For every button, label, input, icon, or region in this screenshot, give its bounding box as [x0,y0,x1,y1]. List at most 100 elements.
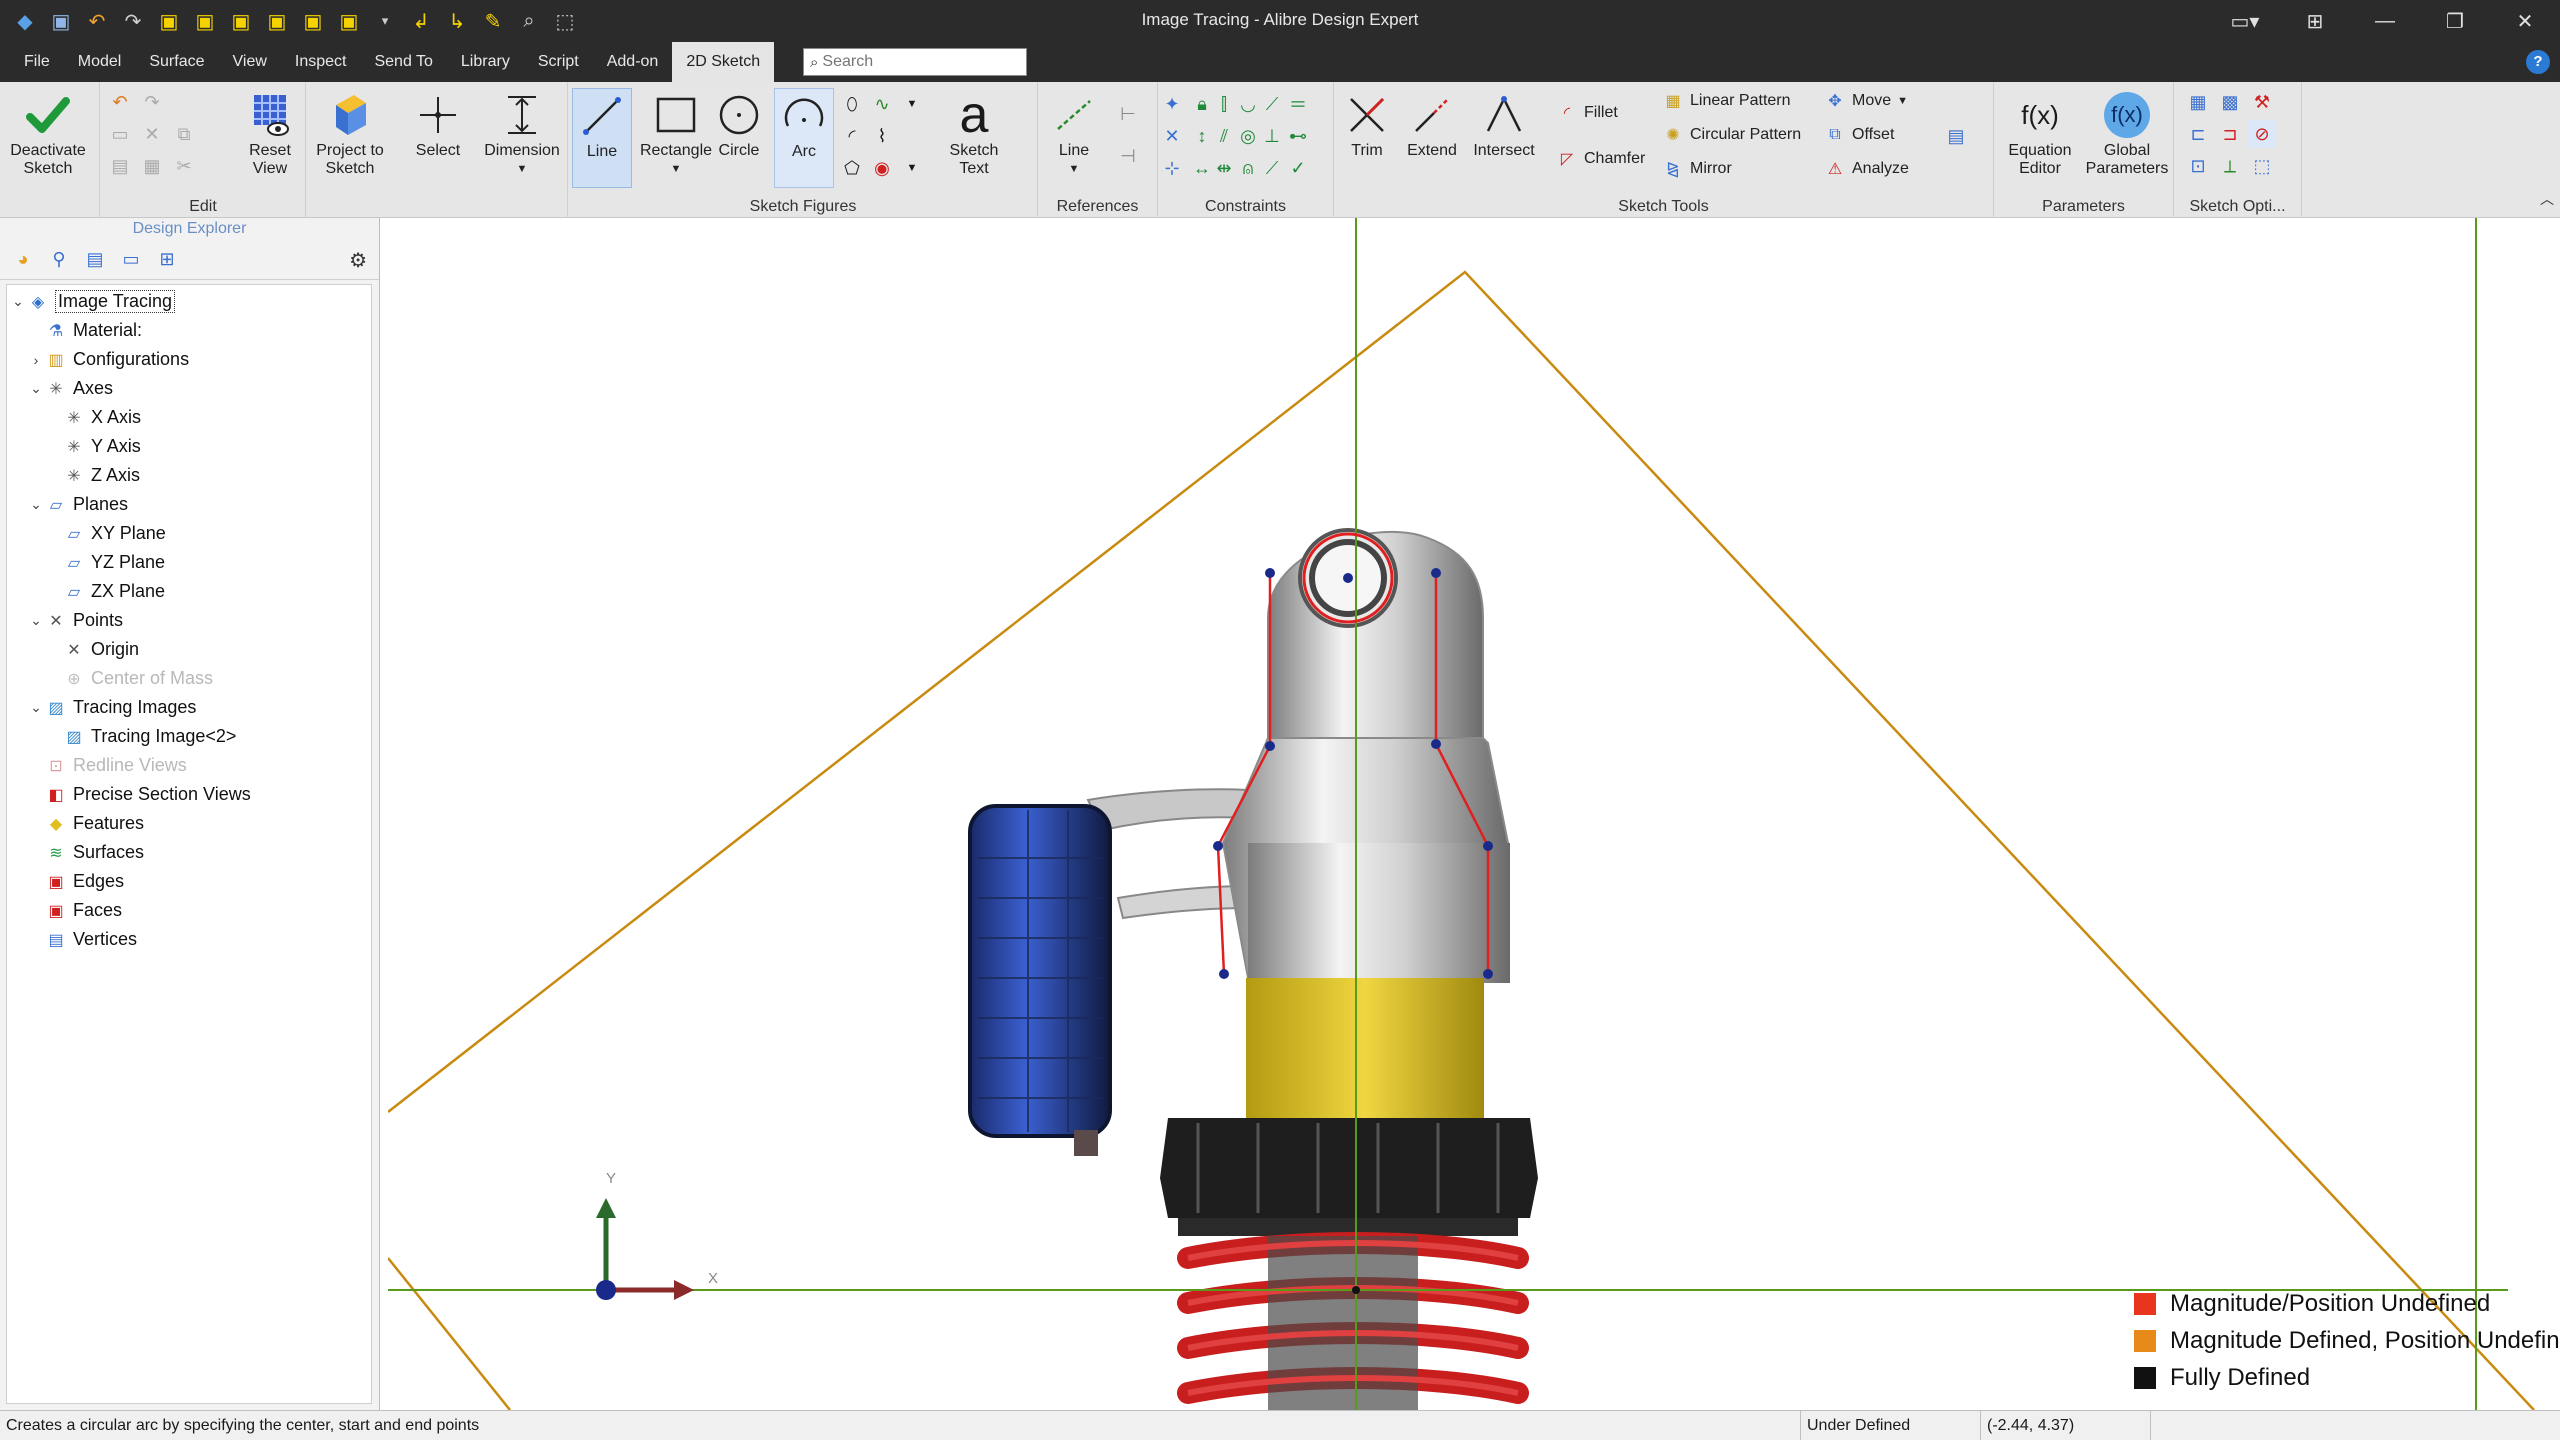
intersect-button[interactable]: Intersect [1464,88,1544,188]
properties-icon[interactable]: ▤ [82,247,108,273]
tree-item-material[interactable]: ⚗ Material: [27,316,142,345]
section-icon[interactable]: ⊡ [2184,152,2212,180]
midpoint-icon[interactable]: ⊹ [1158,154,1186,182]
perpendicular-icon[interactable]: ⊥ [1258,122,1286,150]
grid-icon[interactable]: ▦ [2184,88,2212,116]
collapse-icon[interactable]: ⌄ [27,699,45,716]
tree-item-faces[interactable]: ▣ Faces [27,896,122,925]
layout-icon[interactable]: ⊞ [2280,0,2350,42]
tree-item-yz-plane[interactable]: ▱ YZ Plane [45,548,165,577]
tab-send-to[interactable]: Send To [360,42,446,82]
tab-surface[interactable]: Surface [135,42,218,82]
tab-2d-sketch[interactable]: 2D Sketch [672,42,775,82]
collapse-icon[interactable]: ⌄ [9,293,27,310]
move-button[interactable]: ✥ Move ▼ [1824,86,1908,116]
project-to-sketch-button[interactable]: Project to Sketch [310,88,390,188]
tab-view[interactable]: View [219,42,281,82]
select-button[interactable]: Select [398,88,478,188]
equation-editor-button[interactable]: f(x) Equation Editor [1998,88,2082,188]
linear-pattern-button[interactable]: ▦ Linear Pattern [1662,86,1790,116]
collinear-icon[interactable]: ⟋ [1258,90,1286,118]
display-options-icon[interactable]: ▭▾ [2210,0,2280,42]
reference-dimension-vertical-icon[interactable]: ⊣ [1114,142,1142,170]
elliptical-arc-icon[interactable]: ◜ [838,122,866,150]
sketch-grid-icon[interactable]: ▤ [1942,122,1970,150]
tree-item-vertices[interactable]: ▤ Vertices [27,925,137,954]
tab-model[interactable]: Model [64,42,136,82]
reference-dimension-icon[interactable]: ⊢ [1114,100,1142,128]
reset-view-button[interactable]: Reset View [230,88,310,188]
tree-item-configurations[interactable]: › ▥ Configurations [27,345,189,374]
tree-item-tracing-images[interactable]: ⌄ ▨ Tracing Images [27,693,196,722]
tree-item-z-axis[interactable]: ✳ Z Axis [45,461,140,490]
bezier-icon[interactable]: ⌇ [868,122,896,150]
tracing-image[interactable] [968,528,1538,1410]
collapse-icon[interactable]: ⌄ [27,380,45,397]
tree-item-features[interactable]: ◆ Features [27,809,144,838]
line-button[interactable]: Line [572,88,632,188]
help-icon[interactable]: ? [2526,50,2550,74]
rectangle-button[interactable]: Rectangle ▼ [636,88,716,188]
paste-special-icon[interactable]: ▦ [138,152,166,180]
scissors-icon[interactable]: ✂ [170,152,198,180]
filter-icon[interactable]: ⚲ [46,247,72,273]
chamfer-button[interactable]: ◸ Chamfer [1556,144,1646,174]
equal-icon[interactable]: ＝ [1284,90,1312,118]
show-status-icon[interactable]: ⊘ [2248,120,2276,148]
minimize-icon[interactable]: — [2350,0,2420,42]
mirror-button[interactable]: ⧎ Mirror [1662,154,1731,184]
global-parameters-button[interactable]: f(x) Global Parameters [2084,88,2170,188]
sketch-text-button[interactable]: a Sketch Text [934,86,1014,188]
tree-item-origin[interactable]: ✕ Origin [45,635,139,664]
sketch-analysis-icon[interactable]: ⚒ [2248,88,2276,116]
graphics-viewport[interactable]: Y X Magnitude/Position Undefined Magnitu… [388,218,2560,1410]
tree-item-surfaces[interactable]: ≋ Surfaces [27,838,144,867]
tree-item-points[interactable]: ⌄ ✕ Points [27,606,123,635]
fillet-button[interactable]: ◜ Fillet [1556,98,1618,128]
deactivate-sketch-button[interactable]: Deactivate Sketch [8,88,88,188]
tree-item-x-axis[interactable]: ✳ X Axis [45,403,141,432]
show-constraints-icon[interactable]: ⊏ [2184,120,2212,148]
chevron-down-icon[interactable]: ▼ [898,90,926,118]
spline-icon[interactable]: ∿ [868,90,896,118]
tree-item-axes[interactable]: ⌄ ✳ Axes [27,374,113,403]
collapse-ribbon-icon[interactable]: ︿ [2540,189,2554,209]
restore-icon[interactable]: ❐ [2420,0,2490,42]
tree-item-tracing-image-2[interactable]: ▨ Tracing Image<2> [45,722,236,751]
arc-button[interactable]: Arc [774,88,834,188]
coincident-icon[interactable]: ⊷ [1284,122,1312,150]
polygon-icon[interactable]: ⬠ [838,154,866,182]
search-box[interactable]: ⌕ [803,48,1027,76]
redo-icon[interactable]: ↷ [138,88,166,116]
auto-constrain-icon[interactable]: ✓ [1284,154,1312,182]
paste-icon[interactable]: ▤ [106,152,134,180]
tree-item-center-of-mass[interactable]: ⊕ Center of Mass [45,664,213,693]
tab-script[interactable]: Script [524,42,593,82]
show-dimensions-icon[interactable]: ⊐ [2216,120,2244,148]
tree-item-zx-plane[interactable]: ▱ ZX Plane [45,577,165,606]
display-icon[interactable]: ▭ [118,247,144,273]
ellipse-icon[interactable]: ⬯ [838,90,866,118]
chevron-down-icon[interactable]: ▼ [898,154,926,182]
collapse-icon[interactable]: ⌄ [27,496,45,513]
copy-icon[interactable]: ⧉ [170,120,198,148]
circle-button[interactable]: Circle [708,88,770,188]
gear-icon[interactable]: ⚙ [349,248,367,273]
cut-icon[interactable]: ▭ [106,120,134,148]
expand-icon[interactable]: › [27,352,45,368]
tree-item-xy-plane[interactable]: ▱ XY Plane [45,519,166,548]
extend-button[interactable]: Extend [1400,88,1464,188]
trim-button[interactable]: Trim [1334,88,1400,188]
dimension-button[interactable]: Dimension ▼ [482,88,562,188]
tab-inspect[interactable]: Inspect [281,42,361,82]
analyze-button[interactable]: ⚠ Analyze [1824,154,1909,184]
tree-item-edges[interactable]: ▣ Edges [27,867,124,896]
slope-icon[interactable]: ⟋ [1258,154,1286,182]
point-circle-icon[interactable]: ◉ [868,154,896,182]
select-box-icon[interactable]: ⬚ [2248,152,2276,180]
search-input[interactable] [822,53,1013,71]
tab-library[interactable]: Library [447,42,524,82]
tab-file[interactable]: File [10,42,64,82]
close-icon[interactable]: ✕ [2490,0,2560,42]
color-wheel-icon[interactable]: ◕ [10,247,36,273]
